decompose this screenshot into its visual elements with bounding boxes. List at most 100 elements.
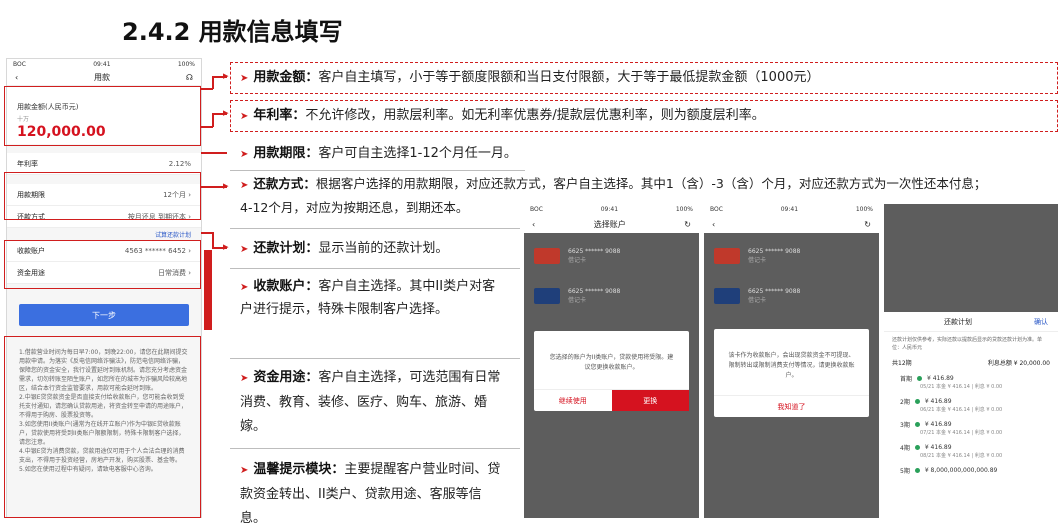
bullet-icon: ➤ — [240, 180, 249, 191]
period-label: 4期 — [900, 444, 910, 452]
period-amount: ¥ 416.89 — [924, 443, 952, 451]
back-icon[interactable]: ‹ — [532, 220, 535, 229]
annotation-label: 年利率： — [253, 108, 306, 123]
annotation-text: 显示当前的还款计划。 — [318, 241, 449, 256]
annotation-label: 用款期限： — [253, 146, 319, 161]
continue-button[interactable]: 继续使用 — [534, 390, 612, 411]
period-label: 3期 — [900, 421, 910, 429]
annotation-text: 主要提醒客户营业时间、贷 — [344, 462, 501, 477]
account-number: 6625 ****** 9088 — [748, 248, 801, 255]
nav-bar: ‹ 用款 ☊ — [7, 70, 201, 86]
annotation-plan: ➤ 还款计划：显示当前的还款计划。 — [240, 238, 448, 261]
nav-title: 选择账户 — [593, 219, 626, 229]
account-item[interactable]: 6625 ****** 9088 借记卡 — [534, 246, 620, 266]
annotation-text: 客户自主选择，可选范围有日常 — [318, 370, 501, 385]
bullet-icon: ➤ — [240, 282, 249, 293]
period-label: 2期 — [900, 398, 910, 406]
period-detail: 本金 ¥ 416.14 | 利息 ¥ 0.00 — [936, 384, 1003, 390]
arrow-icon: ▸ — [223, 240, 229, 253]
period-amount: ¥ 416.89 — [927, 374, 954, 382]
annotation-text: 款资金转出、II类户、贷款用途、客服等信 — [240, 487, 482, 502]
period-item: 2期 ¥ 416.89 06/21 本金 ¥ 416.14 | 利息 ¥ 0.00 — [884, 396, 1058, 419]
account-type: 借记卡 — [568, 257, 587, 264]
bullet-icon: ➤ — [240, 111, 249, 122]
period-detail: 本金 ¥ 416.14 | 利息 ¥ 0.00 — [936, 453, 1003, 459]
arrow-icon: ▸ — [223, 69, 229, 82]
battery: 100% — [177, 61, 195, 68]
annotation-label: 收款账户： — [253, 279, 319, 294]
change-button[interactable]: 更换 — [611, 390, 689, 411]
period-date: 05/21 — [920, 384, 935, 390]
account-item[interactable]: 6625 ****** 9088 借记卡 — [534, 286, 620, 306]
annotation-account: ➤ 收款账户：客户自主选择。其中II类户对客户进行提示，特殊卡限制客户选择。 — [240, 276, 495, 321]
period-detail: 本金 ¥ 416.14 | 利息 ¥ 0.00 — [936, 407, 1003, 413]
screen-repayment-plan: 还款计划 确认 还款计划仅供参考，实际还款以提款后显示的贷款还款计划为准。单位：… — [884, 204, 1058, 518]
bullet-icon: ➤ — [240, 465, 249, 476]
repayment-sheet: 还款计划 确认 还款计划仅供参考，实际还款以提款后显示的贷款还款计划为准。单位：… — [884, 312, 1058, 518]
account-item[interactable]: 6625 ****** 9088 借记卡 — [714, 286, 800, 306]
period-label: 5期 — [900, 467, 910, 475]
bullet-icon: ➤ — [240, 244, 249, 255]
account-item[interactable]: 6625 ****** 9088 借记卡 — [714, 246, 800, 266]
account-number: 6625 ****** 9088 — [568, 248, 621, 255]
period-date: 07/21 — [920, 430, 935, 436]
nav-title: 用款 — [94, 73, 111, 82]
dialog-message: 您选择的账户为II类账户，贷款使用将受限。建议您更换收款账户。 — [549, 354, 674, 371]
arrow-icon: ▸ — [223, 106, 229, 119]
annotation-label: 用款金额： — [253, 70, 319, 85]
account-number: 6625 ****** 9088 — [568, 288, 621, 295]
account-type: 借记卡 — [748, 257, 767, 264]
period-item: 4期 ¥ 416.89 08/21 本金 ¥ 416.14 | 利息 ¥ 0.00 — [884, 442, 1058, 465]
next-button[interactable]: 下一步 — [19, 304, 189, 326]
period-detail: 本金 ¥ 416.14 | 利息 ¥ 0.00 — [936, 430, 1003, 436]
annotation-label: 还款计划： — [253, 241, 319, 256]
dialog-message: 该卡作为收款账户，会出现贷款资金不可提现、限制转出或限制消费支付等情况，请更换收… — [728, 352, 855, 379]
period-amount: ¥ 416.89 — [924, 420, 952, 428]
rate-value: 2.12% — [168, 159, 191, 168]
annotation-rate: ➤ 年利率：不允许修改，用款层利率。如无利率优惠券/提款层优惠利率，则为额度层利率… — [240, 105, 765, 128]
warning-dialog: 该卡作为收款账户，会出现贷款资金不可提现、限制转出或限制消费支付等情况，请更换收… — [714, 329, 869, 417]
sheet-title: 还款计划 — [944, 317, 972, 326]
rate-label: 年利率 — [17, 159, 38, 168]
period-amount: ¥ 8,000,000,000,000.89 — [924, 466, 998, 474]
total-periods: 共12期 — [892, 360, 912, 367]
highlight-amount — [4, 86, 201, 146]
refresh-icon[interactable]: ↻ — [864, 220, 871, 229]
back-icon[interactable]: ‹ — [712, 220, 715, 229]
annotation-text: 嫁。 — [240, 419, 267, 434]
headset-icon[interactable]: ☊ — [186, 73, 193, 82]
highlight-tips — [4, 336, 201, 518]
annotation-text: 息。 — [240, 511, 267, 526]
card-icon — [714, 248, 740, 264]
ok-button[interactable]: 我知道了 — [714, 396, 869, 417]
account-number: 6625 ****** 9088 — [748, 288, 801, 295]
screen-ii-account: BOC 09:41 100% ‹ 选择账户 ↻ 6625 ****** 9088 借记卡 … — [524, 204, 699, 518]
refresh-icon[interactable]: ↻ — [684, 220, 691, 229]
arrow-icon: ▸ — [223, 179, 229, 192]
annotation-label: 还款方式： — [253, 176, 316, 191]
period-item: 3期 ¥ 416.89 07/21 本金 ¥ 416.14 | 利息 ¥ 0.00 — [884, 419, 1058, 442]
account-type: 借记卡 — [748, 297, 767, 304]
warning-dialog: 您选择的账户为II类账户，贷款使用将受限。建议您更换收款账户。 继续使用 更换 — [534, 331, 689, 411]
confirm-button[interactable]: 确认 — [1034, 317, 1048, 327]
annotation-label: 资金用途： — [253, 370, 319, 385]
period-item: 首期 ¥ 416.89 05/21 本金 ¥ 416.14 | 利息 ¥ 0.00 — [884, 373, 1058, 396]
annotation-text: 4-12个月，对应为按期还息，到期还本。 — [240, 200, 469, 215]
annotation-text: 客户可自主选择1-12个月任一月。 — [318, 146, 517, 161]
annotation-text: 客户自主填写，小于等于额度限额和当日支付限额，大于等于最低提款金额（1000元） — [318, 70, 820, 85]
screen-special-card: BOC 09:41 100% ‹ ↻ 6625 ****** 9088 借记卡 6625… — [704, 204, 879, 518]
account-type: 借记卡 — [568, 297, 587, 304]
annotation-purpose: ➤ 资金用途：客户自主选择，可选范围有日常 消费、教育、装修、医疗、购车、旅游、婚嫁… — [240, 366, 500, 439]
period-item: 5期 ¥ 8,000,000,000,000.89 — [884, 465, 1058, 475]
annotation-text: 户进行提示，特殊卡限制客户选择。 — [240, 302, 449, 317]
back-icon[interactable]: ‹ — [15, 73, 18, 82]
annotation-text: 客户自主选择。其中II类户对客 — [318, 279, 496, 294]
bullet-icon: ➤ — [240, 373, 249, 384]
card-icon — [534, 288, 560, 304]
period-amount: ¥ 416.89 — [924, 397, 952, 405]
card-icon — [534, 248, 560, 264]
highlight-account — [4, 240, 201, 289]
annotation-text: 不允许修改，用款层利率。如无利率优惠券/提款层优惠利率，则为额度层利率。 — [305, 108, 765, 123]
annotation-tips: ➤ 温馨提示模块：主要提醒客户营业时间、贷 款资金转出、II类户、贷款用途、客服等信… — [240, 458, 500, 531]
plan-link[interactable]: 试算还款计划 — [7, 228, 201, 240]
